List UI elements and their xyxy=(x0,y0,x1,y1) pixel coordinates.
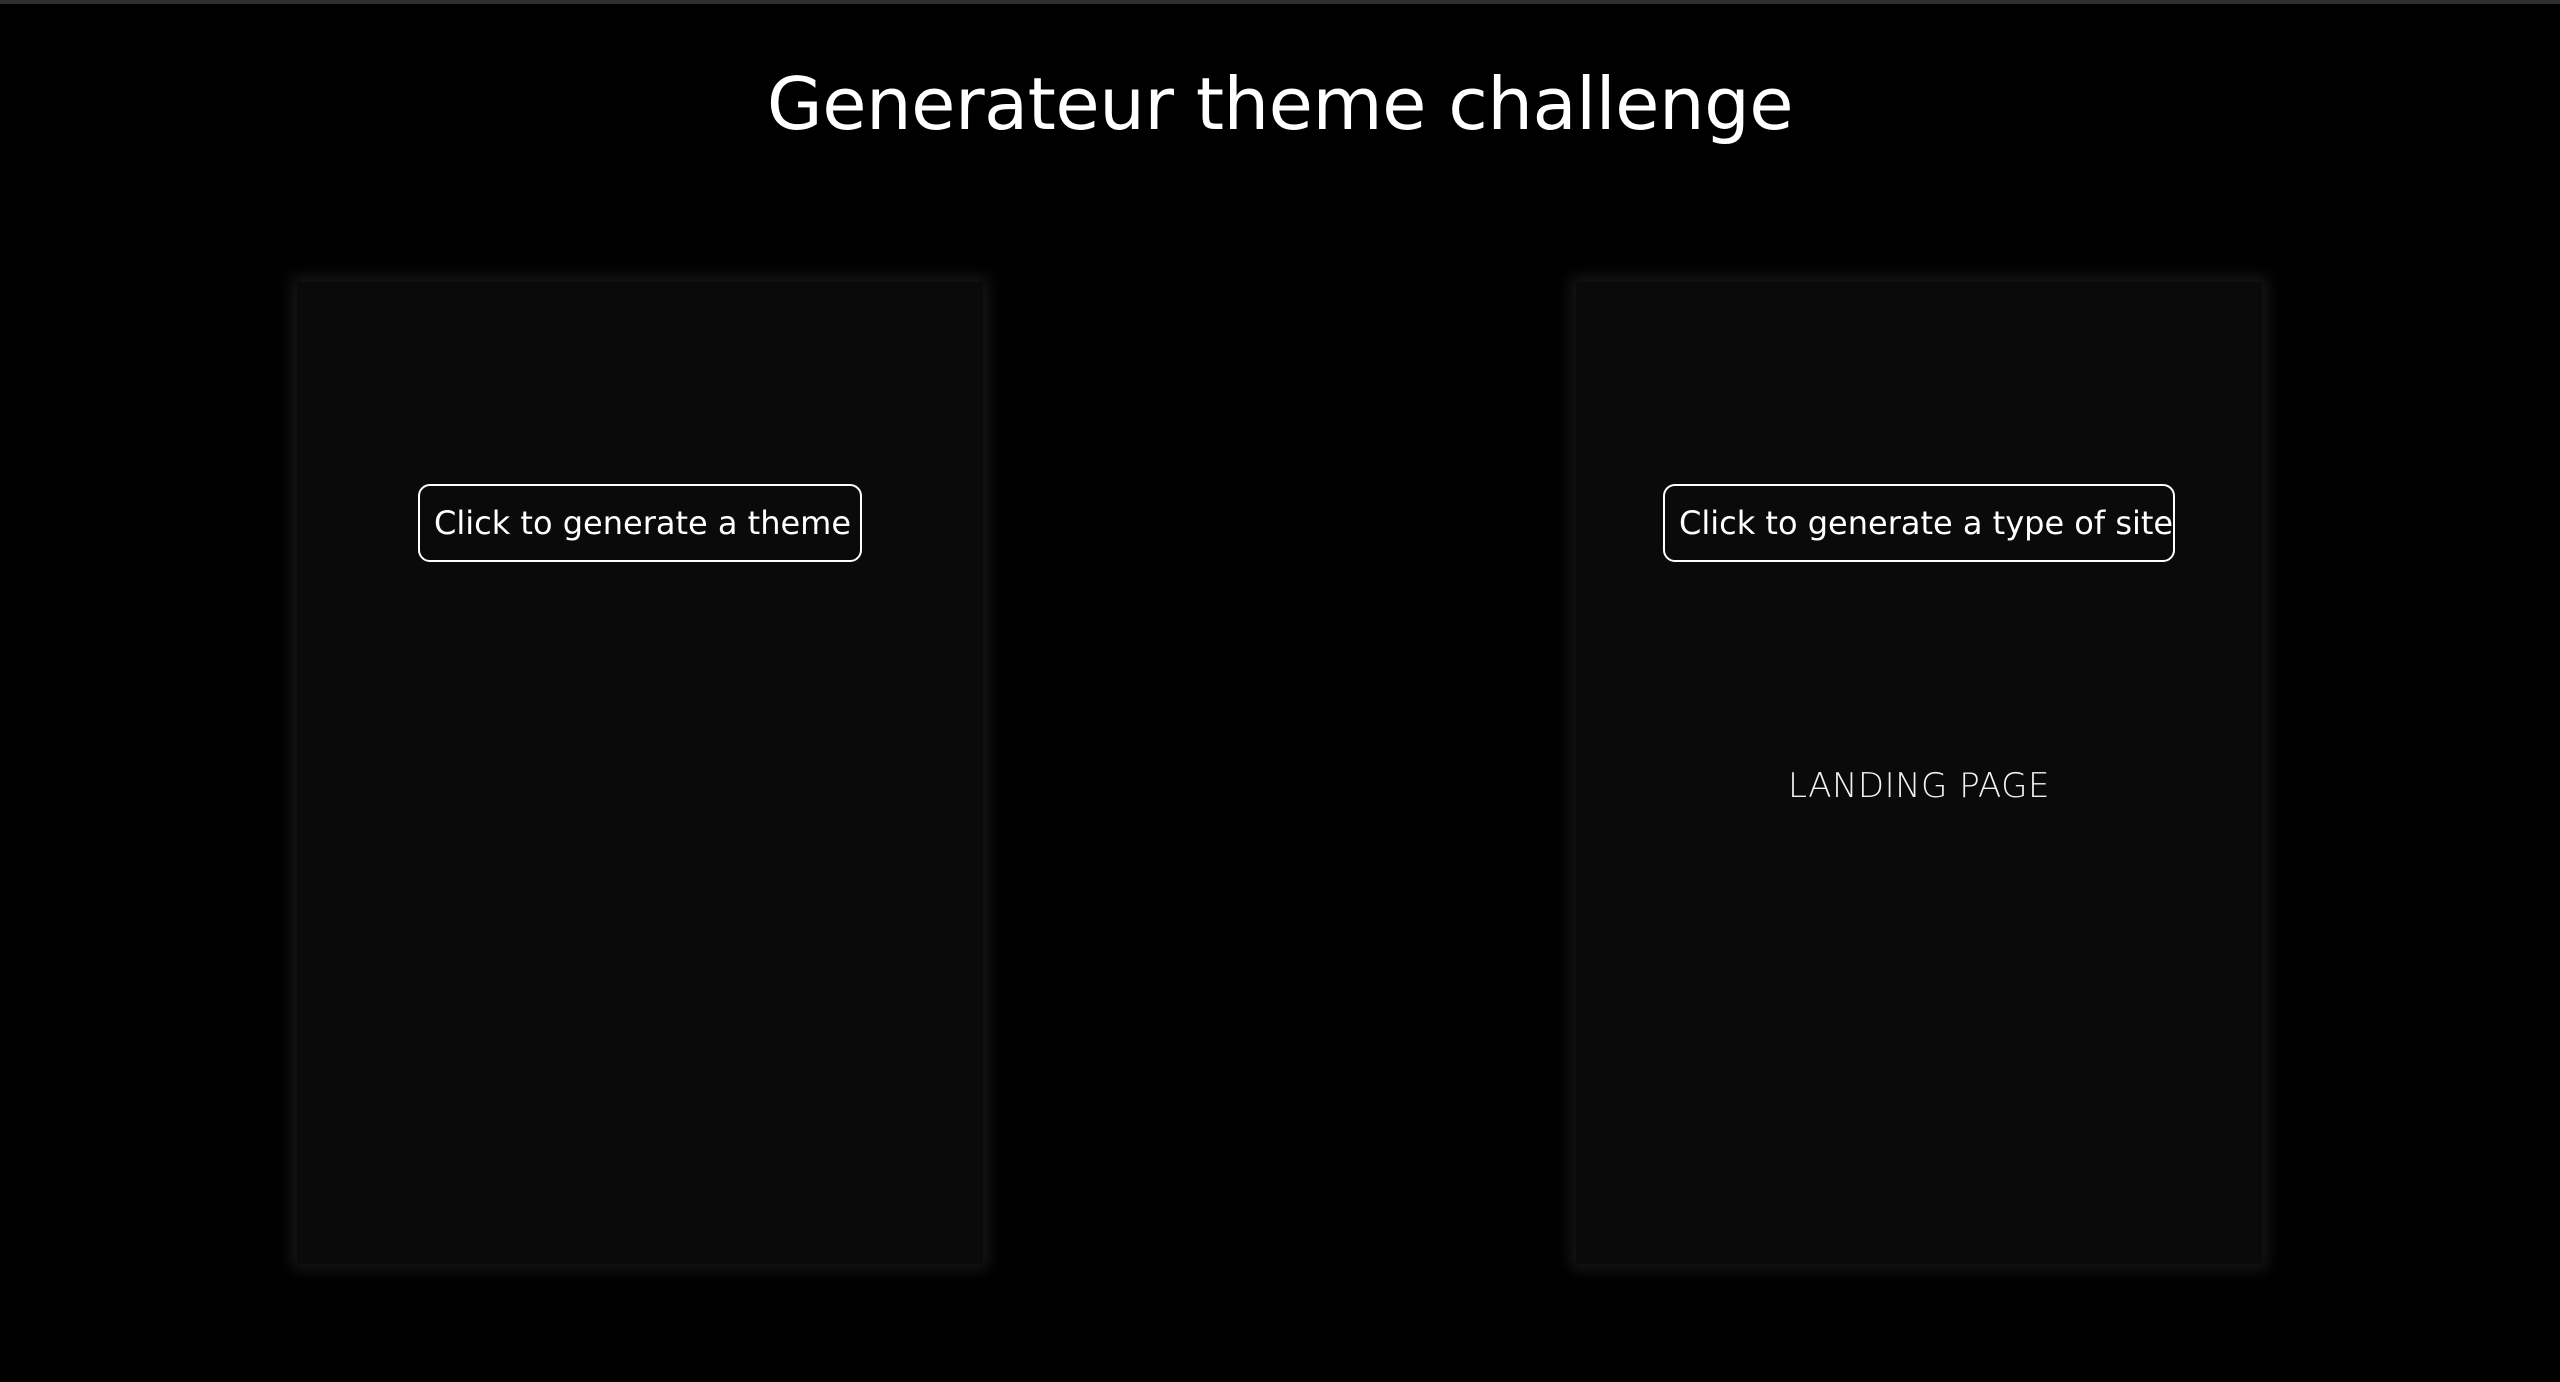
site-type-generator-card: Click to generate a type of site LANDING… xyxy=(1576,282,2262,1264)
theme-generator-card: Click to generate a theme xyxy=(297,282,983,1264)
page-title: Generateur theme challenge xyxy=(766,62,1794,146)
site-type-result: LANDING PAGE xyxy=(1787,766,2051,806)
top-divider xyxy=(0,0,2560,4)
generate-theme-button[interactable]: Click to generate a theme xyxy=(418,484,862,562)
generate-site-type-button[interactable]: Click to generate a type of site xyxy=(1663,484,2175,562)
